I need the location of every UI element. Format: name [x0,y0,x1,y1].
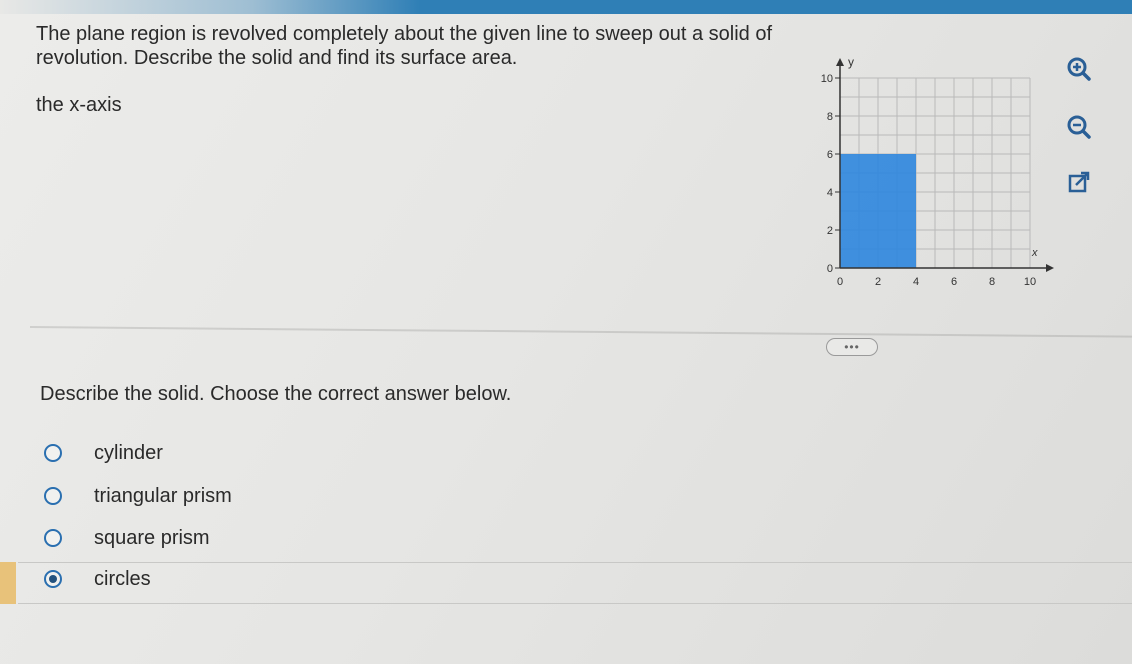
option-label: cylinder [94,442,163,464]
y-tick-label: 4 [827,187,833,199]
y-tick-label: 8 [827,111,833,123]
axis-of-revolution: the x-axis [36,94,122,116]
radio-button[interactable] [44,444,62,462]
selected-row-border-bottom [18,603,1132,604]
option-label: square prism [94,527,210,549]
option-label: triangular prism [94,485,232,507]
zoom-out-icon [1067,115,1091,139]
more-button[interactable]: ••• [826,338,878,356]
radio-button[interactable] [44,529,62,547]
option-label: circles [94,568,151,590]
popout-icon [1068,171,1090,193]
y-axis-label: y [848,55,854,69]
y-tick-label: 6 [827,149,833,161]
zoom-in-button[interactable] [1062,52,1096,86]
x-tick-label: 10 [1024,276,1036,288]
radio-button[interactable] [44,570,62,588]
x-axis-label: x [1031,247,1038,259]
selected-row-border-top [18,562,1132,563]
x-tick-label: 0 [837,276,843,288]
option-square-prism[interactable]: square prism [38,525,638,555]
x-tick-label: 8 [989,276,995,288]
zoom-out-button[interactable] [1062,110,1096,144]
graph-tools [1062,52,1102,202]
radio-button[interactable] [44,487,62,505]
question-text: The plane region is revolved completely … [36,23,773,69]
y-tick-label: 10 [821,73,833,85]
zoom-in-icon [1067,57,1091,81]
y-axis-arrow [836,58,844,66]
option-circles[interactable]: circles [38,566,638,596]
x-tick-label: 2 [875,276,881,288]
selected-indicator [0,562,16,604]
x-tick-label: 6 [951,276,957,288]
option-triangular-prism[interactable]: triangular prism [38,483,638,513]
popout-button[interactable] [1062,166,1096,200]
y-tick-label: 2 [827,225,833,237]
section-divider [29,326,1132,338]
x-tick-labels: 0 2 4 6 8 10 [837,276,1036,288]
y-tick-label: 0 [827,263,833,275]
region-graph: 0 2 4 6 8 10 0 2 4 6 8 10 y x [821,55,1054,288]
option-cylinder[interactable]: cylinder [38,440,638,470]
x-axis-arrow [1046,264,1054,272]
answer-prompt: Describe the solid. Choose the correct a… [40,383,512,405]
top-bar-fade [0,0,420,14]
y-tick-labels: 0 2 4 6 8 10 [821,73,840,275]
shaded-region [840,154,916,268]
x-tick-label: 4 [913,276,919,288]
